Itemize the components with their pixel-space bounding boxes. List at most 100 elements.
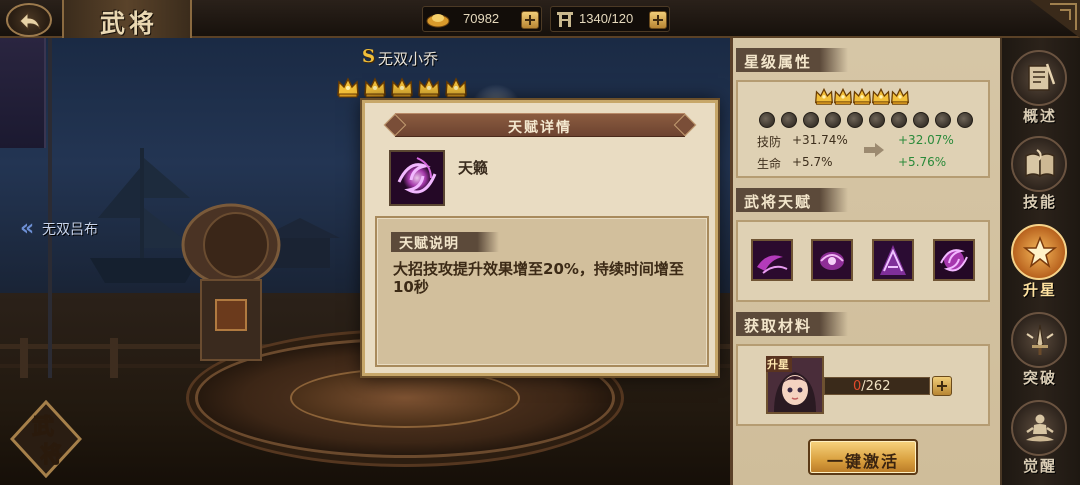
tab-awaken-label: 觉醒 (1022, 457, 1057, 475)
stamina-amount: 1340/120 (579, 11, 634, 26)
hero-platform-center (290, 368, 520, 428)
talent-slot-3[interactable] (872, 239, 914, 281)
talent-slot-1[interactable] (751, 239, 793, 281)
star-progress-dot (825, 112, 841, 128)
tab-upstar[interactable]: 升星 (1006, 222, 1074, 306)
hero-talents-title-text: 武将天赋 (744, 193, 813, 211)
stat-label-defense: 技防 (757, 135, 782, 149)
talent-description: 大招技攻提升效果增至20%，持续时间增至10秒 (393, 260, 684, 296)
top-bar: 武将 70982 1340/120 (0, 0, 1080, 38)
page-title-plate: 武将 (62, 0, 192, 38)
stamina-resource: 1340/120 (550, 6, 670, 32)
popup-header: 天赋详情 (383, 113, 697, 137)
shard-progress-text: 0/262 (853, 379, 890, 394)
previous-hero-name: 无双吕布 (42, 222, 98, 238)
popup-header-bar: 天赋详情 (395, 113, 685, 137)
popup-title: 天赋详情 (508, 120, 572, 136)
star-icon (1023, 236, 1057, 268)
sword-icon (1026, 324, 1054, 355)
activate-button-label: 一键激活 (826, 452, 899, 471)
tab-breakthrough-label: 突破 (1022, 369, 1057, 387)
hero-name-text: 无双小乔 (378, 50, 439, 68)
star-attributes-title-text: 星级属性 (744, 53, 813, 71)
talent-skill-icon (389, 150, 445, 206)
star-progress-dot (781, 112, 797, 128)
chevron-left-icon: « (20, 216, 35, 241)
star-progress-dot (869, 112, 885, 128)
tab-overview-label: 概述 (1022, 107, 1057, 125)
talent-description-box: 天赋说明 大招技攻提升效果增至20%，持续时间增至10秒 (375, 216, 709, 367)
tab-upstar-label: 升星 (1022, 281, 1057, 299)
stat-current-hp: +5.7% (792, 155, 833, 169)
star-progress-dot (759, 112, 775, 128)
star-progress-dot (803, 112, 819, 128)
arrow-right-icon (864, 143, 884, 157)
hero-star-rating (336, 75, 476, 101)
stamina-icon (557, 12, 573, 27)
description-label: 天赋说明 (399, 236, 459, 252)
add-stamina-button[interactable] (649, 11, 667, 29)
tab-overview[interactable]: 概述 (1006, 48, 1074, 132)
game-screen: 武将 70982 1340/120 S 无双小乔 « 无双吕布 武 将 天赋详情… (0, 0, 1080, 485)
page-title: 武将 (99, 9, 158, 38)
stat-next-hp: +5.76% (898, 155, 947, 169)
crown-star-icon (833, 87, 853, 105)
stat-label-hp: 生命 (757, 157, 782, 171)
upstar-tag: 升星 (766, 356, 792, 372)
materials-title: 获取材料 (736, 312, 848, 336)
tab-skills-label: 技能 (1022, 193, 1057, 211)
upstar-tag-text: 升星 (767, 358, 789, 371)
talent-4-icon (935, 241, 973, 279)
talent-slot-4[interactable] (933, 239, 975, 281)
one-click-activate-button[interactable]: 一键激活 (808, 439, 918, 475)
crown-star-icon (391, 77, 413, 98)
star-progress-dot (935, 112, 951, 128)
meditation-icon (1026, 414, 1054, 442)
stat-current-defense: +31.74% (792, 133, 848, 147)
back-arrow-icon (19, 11, 41, 31)
gold-amount: 70982 (463, 11, 500, 26)
back-button[interactable] (6, 3, 52, 37)
description-label-tag: 天赋说明 (391, 232, 499, 252)
gold-resource: 70982 (422, 6, 542, 32)
talent-name: 天籁 (458, 159, 489, 177)
tab-awaken[interactable]: 觉醒 (1006, 398, 1074, 482)
tab-skills[interactable]: 技能 (1006, 134, 1074, 218)
attribute-star-rating (814, 86, 924, 108)
materials-title-text: 获取材料 (744, 317, 813, 335)
crown-star-icon (418, 77, 440, 98)
crown-star-icon (445, 77, 467, 98)
tab-breakthrough[interactable]: 突破 (1006, 310, 1074, 394)
sound-wave-swirl-icon (391, 152, 443, 204)
crown-star-icon (871, 87, 891, 105)
crown-star-icon (364, 77, 386, 98)
talent-3-icon (874, 241, 912, 279)
talent-detail-popup: 天赋详情 天籁 天赋说明 大招技攻提升效果增至20%，持续时间增至10秒 (362, 100, 718, 376)
hero-name: S 无双小乔 (362, 46, 482, 68)
hero-badge-emblem: 武 将 (10, 400, 82, 478)
crown-star-icon (814, 87, 834, 105)
hero-talents-title: 武将天赋 (736, 188, 848, 212)
crown-star-icon (852, 87, 872, 105)
shard-progress-bar: 0/262 (824, 377, 930, 395)
crown-star-icon (890, 87, 910, 105)
talent-slot-2[interactable] (811, 239, 853, 281)
star-progress-dot (891, 112, 907, 128)
war-drum (181, 203, 281, 361)
gold-ingot-icon (426, 14, 450, 28)
book-icon (1025, 149, 1055, 178)
star-progress-dot (847, 112, 863, 128)
talent-2-icon (813, 241, 851, 279)
war-banner (0, 38, 46, 148)
star-attributes-title: 星级属性 (736, 48, 848, 72)
stat-next-defense: +32.07% (898, 133, 954, 147)
svg-text:将: 将 (40, 442, 62, 468)
talent-1-icon (753, 241, 791, 279)
star-progress-dot (913, 112, 929, 128)
svg-text:武: 武 (32, 414, 54, 440)
scroll-icon (1028, 63, 1056, 91)
sss-rank-icon: S (362, 46, 375, 67)
add-gold-button[interactable] (521, 11, 539, 29)
star-progress-dot (957, 112, 973, 128)
add-shards-button[interactable] (932, 376, 952, 396)
